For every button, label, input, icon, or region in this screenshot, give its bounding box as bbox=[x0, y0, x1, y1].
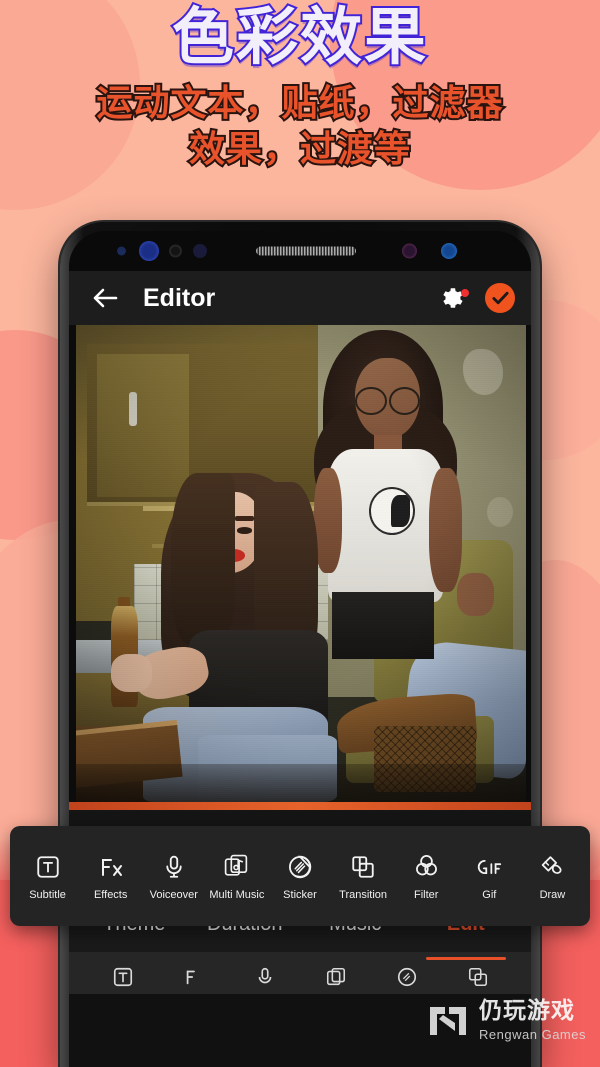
draw-brush-icon bbox=[539, 852, 566, 882]
sticker-icon[interactable] bbox=[371, 966, 442, 988]
watermark-text: 仍玩游戏 Rengwan Games bbox=[479, 998, 586, 1042]
tool-transition[interactable]: Transition bbox=[332, 852, 394, 901]
multi-music-icon[interactable] bbox=[300, 966, 371, 988]
editor-tool-panel: Subtitle Effects Voiceover Multi Music S… bbox=[10, 826, 590, 926]
promo-headline-group: 色彩效果 运动文本，贴纸，过滤器 效果，过渡等 bbox=[0, 0, 600, 172]
tool-filter[interactable]: Filter bbox=[395, 852, 457, 901]
transition-icon[interactable] bbox=[442, 966, 513, 988]
preview-photo bbox=[69, 325, 531, 802]
tool-label: Subtitle bbox=[29, 888, 66, 901]
app-bar: Editor bbox=[69, 271, 531, 325]
filter-circles-icon bbox=[413, 852, 440, 882]
phone-screen: Editor bbox=[69, 231, 531, 1067]
tool-voiceover[interactable]: Voiceover bbox=[143, 852, 205, 901]
tool-draw[interactable]: Draw bbox=[521, 852, 583, 901]
promo-subheadline: 运动文本，贴纸，过滤器 效果，过渡等 bbox=[0, 81, 600, 172]
subtitle-icon[interactable] bbox=[87, 966, 158, 988]
tool-label: Draw bbox=[539, 888, 566, 901]
tool-label: Filter bbox=[413, 888, 439, 901]
settings-badge bbox=[461, 289, 469, 297]
settings-button[interactable] bbox=[431, 285, 471, 311]
earpiece-speaker-icon bbox=[256, 246, 356, 256]
effects-fx-icon bbox=[98, 852, 124, 882]
effects-fx-icon[interactable] bbox=[158, 966, 229, 988]
sticker-icon bbox=[287, 852, 313, 882]
tool-label: Gif bbox=[482, 888, 497, 901]
subtitle-icon bbox=[35, 852, 61, 882]
transition-icon bbox=[350, 852, 376, 882]
watermark-cn: 仍玩游戏 bbox=[479, 998, 576, 1024]
tool-subtitle[interactable]: Subtitle bbox=[17, 852, 79, 901]
led-indicator-icon bbox=[402, 243, 417, 259]
tool-effects[interactable]: Effects bbox=[80, 852, 142, 901]
tool-label: Voiceover bbox=[149, 888, 198, 901]
tool-label: Multi Music bbox=[209, 888, 265, 901]
tool-label: Effects bbox=[93, 888, 128, 901]
tool-sticker[interactable]: Sticker bbox=[269, 852, 331, 901]
front-camera-icon bbox=[139, 241, 159, 261]
page-title: Editor bbox=[143, 283, 216, 312]
microphone-icon[interactable] bbox=[229, 966, 300, 988]
promo-subheadline-line-2: 效果，过渡等 bbox=[187, 127, 412, 172]
rengwan-logo-icon bbox=[430, 1006, 467, 1035]
phone-mockup: Editor bbox=[60, 222, 540, 1067]
multi-music-icon bbox=[223, 852, 250, 882]
phone-sensor-bar bbox=[69, 231, 531, 271]
watermark-en: Rengwan Games bbox=[479, 1027, 586, 1042]
tool-gif[interactable]: Gif bbox=[458, 852, 520, 901]
iris-sensor-icon bbox=[169, 244, 182, 258]
microphone-icon bbox=[161, 852, 187, 882]
proximity-sensor-icon bbox=[117, 246, 126, 256]
tool-label: Transition bbox=[339, 888, 388, 901]
tool-multi-music[interactable]: Multi Music bbox=[206, 852, 268, 901]
video-preview[interactable] bbox=[69, 325, 531, 802]
light-sensor-icon bbox=[193, 244, 207, 258]
timeline-strip bbox=[69, 802, 531, 810]
tool-label: Sticker bbox=[283, 888, 317, 901]
check-icon bbox=[491, 291, 509, 305]
confirm-button[interactable] bbox=[485, 283, 515, 313]
gear-icon bbox=[443, 288, 463, 308]
gif-icon bbox=[474, 852, 504, 882]
promo-headline: 色彩效果 bbox=[170, 0, 428, 73]
status-dot-icon bbox=[441, 243, 457, 259]
arrow-left-icon[interactable] bbox=[85, 287, 125, 309]
watermark: 仍玩游戏 Rengwan Games bbox=[425, 1000, 586, 1041]
promo-subheadline-line-1: 运动文本，贴纸，过滤器 bbox=[94, 81, 504, 126]
